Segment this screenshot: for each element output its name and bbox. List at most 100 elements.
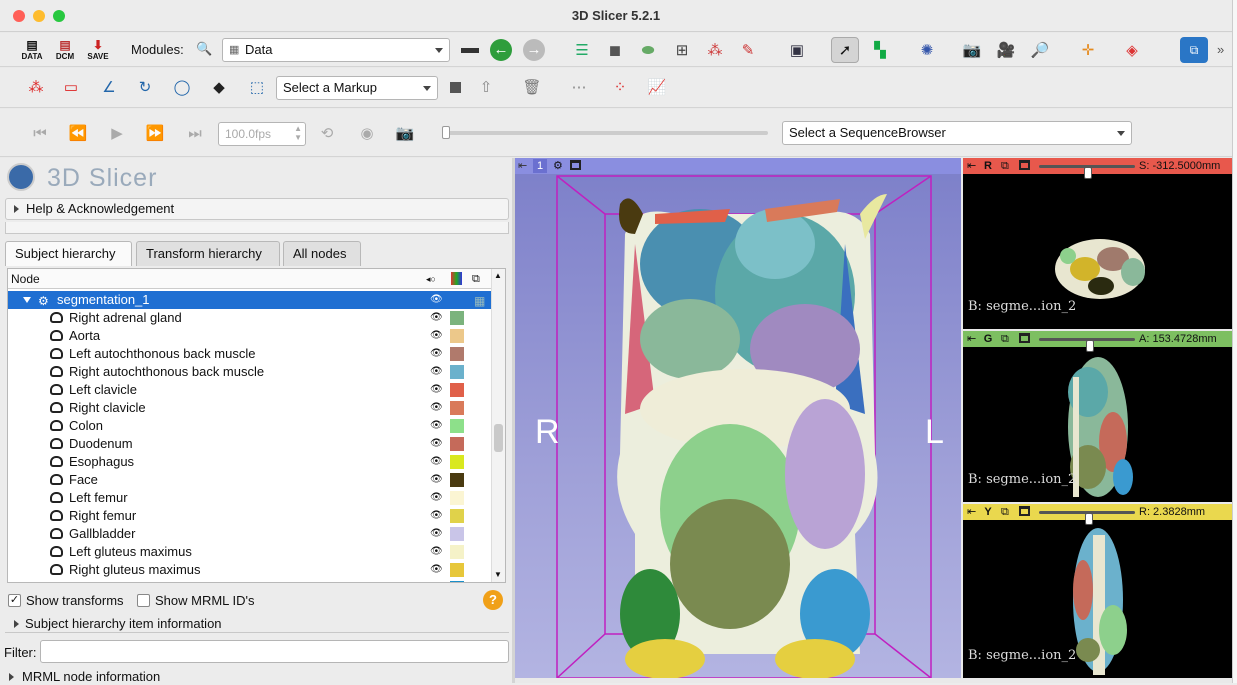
visibility-eye-icon[interactable]: 👁 xyxy=(430,435,443,453)
scroll-up-icon[interactable]: ▲ xyxy=(494,271,502,280)
tree-row-segment[interactable]: Left clavicle 👁 xyxy=(8,381,491,399)
slice-controller-bar[interactable]: ⇤ Y ⧉ R: 2.3828mm xyxy=(963,504,1232,525)
tab-subject-hierarchy[interactable]: Subject hierarchy xyxy=(5,241,132,266)
next-frame-icon[interactable]: ⏩ xyxy=(141,120,169,146)
transform-column-icon[interactable]: ⧉ xyxy=(472,269,480,289)
segment-color-swatch[interactable] xyxy=(450,347,464,361)
play-icon[interactable]: ▶ xyxy=(103,120,131,146)
sequence-slider-thumb[interactable] xyxy=(442,126,450,139)
visibility-column-icon[interactable]: ◂○ xyxy=(426,269,436,289)
markup-selector[interactable]: Select a Markup xyxy=(276,76,438,100)
segment-color-swatch[interactable] xyxy=(450,527,464,541)
color-column-icon[interactable] xyxy=(451,272,462,285)
segment-color-swatch[interactable] xyxy=(450,401,464,415)
segment-color-swatch[interactable] xyxy=(450,383,464,397)
slice-controller-bar[interactable]: ⇤ R ⧉ S: -312.5000mm xyxy=(963,158,1232,179)
move-icon[interactable]: ⇧ xyxy=(472,74,500,100)
tree-row-segment[interactable]: Right autochthonous back muscle 👁 xyxy=(8,363,491,381)
first-frame-icon[interactable]: ⏮ xyxy=(26,120,54,146)
segment-color-swatch[interactable] xyxy=(450,473,464,487)
visibility-eye-icon[interactable]: 👁 xyxy=(430,399,443,417)
segment-color-swatch[interactable] xyxy=(450,419,464,433)
capture-icon[interactable]: 🔎 xyxy=(1026,37,1054,63)
segment-color-swatch[interactable] xyxy=(450,545,464,559)
closed-curve-icon[interactable]: ◯ xyxy=(168,74,196,100)
link-icon[interactable]: ⧉ xyxy=(1001,158,1009,174)
crosshair-toggle-icon[interactable]: ✺ xyxy=(913,37,941,63)
previous-frame-icon[interactable]: ⏪ xyxy=(64,120,92,146)
panel-splitter[interactable] xyxy=(512,158,515,683)
segment-color-swatch[interactable] xyxy=(450,581,464,582)
scroll-down-icon[interactable]: ▼ xyxy=(494,570,502,579)
visibility-eye-icon[interactable]: 👁 xyxy=(430,345,443,363)
module-selector[interactable]: ▦ Data xyxy=(222,38,450,62)
tree-row-segment[interactable]: Gallbladder 👁 xyxy=(8,525,491,543)
transform-grid-icon[interactable]: ▦ xyxy=(474,292,485,310)
measurement-icon[interactable]: 📈 xyxy=(643,74,671,100)
segment-color-swatch[interactable] xyxy=(450,329,464,343)
tab-transform-hierarchy[interactable]: Transform hierarchy xyxy=(136,241,280,266)
roi-icon[interactable]: ⬚ xyxy=(243,74,271,100)
visibility-eye-icon[interactable]: 👁 xyxy=(430,507,443,525)
anatomy-render[interactable] xyxy=(515,174,961,678)
help-section-header[interactable]: Help & Acknowledgement xyxy=(5,198,509,220)
tree-row-segment[interactable]: Right clavicle 👁 xyxy=(8,399,491,417)
line-ruler-icon[interactable]: ▭ xyxy=(57,74,85,100)
dicom-button[interactable]: ▤ DCM xyxy=(51,36,79,62)
tree-row-segment[interactable]: Esophagus 👁 xyxy=(8,453,491,471)
pin-icon[interactable]: ⇤ xyxy=(967,158,976,174)
tree-row-segment[interactable]: Left autochthonous back muscle 👁 xyxy=(8,345,491,363)
link-icon[interactable]: ⧉ xyxy=(1001,331,1009,347)
record-icon[interactable]: ◉ xyxy=(353,120,381,146)
visibility-eye-icon[interactable]: 👁 xyxy=(430,327,443,345)
tree-row-segment[interactable]: Right adrenal gland 👁 xyxy=(8,309,491,327)
slice-view-y[interactable]: ⇤ Y ⧉ R: 2.3828mm B: segme...ion_2 xyxy=(963,504,1232,678)
delete-markup-icon[interactable]: 🗑 xyxy=(518,74,546,100)
segment-color-swatch[interactable] xyxy=(450,509,464,523)
stop-placement-icon[interactable] xyxy=(441,74,469,100)
subject-hierarchy-tree[interactable]: Node ◂○ ⧉ ⚙ segmentation_1 👁 ▦ Right adr… xyxy=(7,268,506,583)
tab-all-nodes[interactable]: All nodes xyxy=(283,241,361,266)
data-module-icon[interactable]: ☰ xyxy=(568,37,596,63)
segment-color-swatch[interactable] xyxy=(450,311,464,325)
curve-icon[interactable]: ↻ xyxy=(131,74,159,100)
show-points-icon[interactable]: ⁘ xyxy=(606,74,634,100)
collapse-arrow-icon[interactable] xyxy=(23,297,31,303)
tree-row-segment[interactable]: Left gluteus maximus 👁 xyxy=(8,543,491,561)
show-transforms-checkbox[interactable]: ✓ xyxy=(8,594,21,607)
link-icon[interactable]: ⧉ xyxy=(1001,504,1009,520)
segment-color-swatch[interactable] xyxy=(450,437,464,451)
visibility-eye-icon[interactable]: 👁 xyxy=(430,543,443,561)
scene-view-icon[interactable]: 🎥 xyxy=(992,37,1020,63)
tree-row-segmentation[interactable]: ⚙ segmentation_1 👁 ▦ xyxy=(8,291,491,309)
help-icon[interactable]: ? xyxy=(483,590,503,610)
snapshot-icon[interactable]: 📷 xyxy=(391,120,419,146)
visibility-eye-icon[interactable]: 👁 xyxy=(430,471,443,489)
slice-offset-slider[interactable] xyxy=(1039,511,1135,525)
segment-color-swatch[interactable] xyxy=(450,365,464,379)
slice-intersection-icon[interactable]: ◈ xyxy=(1118,37,1146,63)
show-mrml-ids-checkbox[interactable] xyxy=(137,594,150,607)
segment-editor-icon[interactable]: ✎ xyxy=(734,37,762,63)
screenshot-icon[interactable]: 📷 xyxy=(958,37,986,63)
maximize-view-icon[interactable] xyxy=(1019,160,1030,170)
visibility-eye-icon[interactable]: 👁 xyxy=(430,381,443,399)
visibility-eye-icon[interactable]: 👁 xyxy=(430,309,443,327)
angle-icon[interactable]: ∠ xyxy=(95,74,123,100)
plane-icon[interactable]: ◆ xyxy=(205,74,233,100)
tree-row-segment[interactable]: Right femur 👁 xyxy=(8,507,491,525)
maximize-view-icon[interactable] xyxy=(570,160,581,170)
fiducial-icon[interactable]: ⁂ xyxy=(22,74,50,100)
segment-color-swatch[interactable] xyxy=(450,491,464,505)
tree-row-segment[interactable]: Aorta 👁 xyxy=(8,327,491,345)
sequence-browser-selector[interactable]: Select a SequenceBrowser xyxy=(782,121,1132,145)
place-mode-icon[interactable]: ▚ xyxy=(866,37,894,63)
back-module-button[interactable]: ← xyxy=(487,37,515,63)
visibility-eye-icon[interactable]: 👁 xyxy=(430,453,443,471)
tree-scrollbar[interactable]: ▲ ▼ xyxy=(491,269,505,582)
extension-manager-icon[interactable]: ⧉ xyxy=(1180,37,1208,63)
segment-color-swatch[interactable] xyxy=(450,455,464,469)
maximize-view-icon[interactable] xyxy=(1019,506,1030,516)
last-frame-icon[interactable]: ⏭ xyxy=(181,120,209,146)
module-history-icon[interactable] xyxy=(456,37,484,63)
